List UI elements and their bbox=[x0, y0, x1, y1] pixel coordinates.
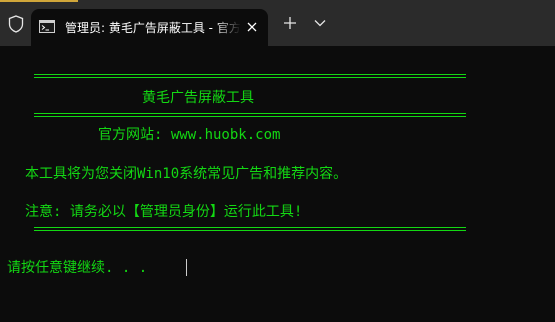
tab-title: 管理员: 黄毛广告屏蔽工具 - 官方网站: www.huobk.com bbox=[65, 21, 241, 35]
website-line: 官方网站: www.huobk.com bbox=[98, 127, 281, 143]
divider-line bbox=[34, 224, 466, 234]
plus-icon[interactable] bbox=[282, 15, 298, 31]
description-line: 本工具将为您关闭Win10系统常见广告和推荐内容。 bbox=[25, 166, 348, 182]
tool-title: 黄毛广告屏蔽工具 bbox=[142, 90, 254, 106]
accent-strip bbox=[0, 0, 78, 2]
close-icon[interactable] bbox=[245, 20, 259, 34]
text-cursor bbox=[186, 259, 187, 276]
notice-line: 注意: 请务必以【管理员身份】运行此工具! bbox=[25, 204, 303, 220]
divider-line bbox=[34, 110, 466, 120]
shield-icon[interactable] bbox=[8, 15, 24, 33]
terminal-output[interactable]: 黄毛广告屏蔽工具 官方网站: www.huobk.com 本工具将为您关闭Win… bbox=[0, 46, 555, 322]
divider-line bbox=[34, 71, 466, 81]
cmd-icon bbox=[39, 20, 55, 33]
chevron-down-icon[interactable] bbox=[313, 18, 327, 28]
tab-terminal[interactable]: 管理员: 黄毛广告屏蔽工具 - 官方网站: www.huobk.com bbox=[31, 9, 268, 46]
title-bar: 管理员: 黄毛广告屏蔽工具 - 官方网站: www.huobk.com bbox=[0, 0, 555, 46]
prompt-line: 请按任意键继续. . . bbox=[7, 260, 148, 276]
